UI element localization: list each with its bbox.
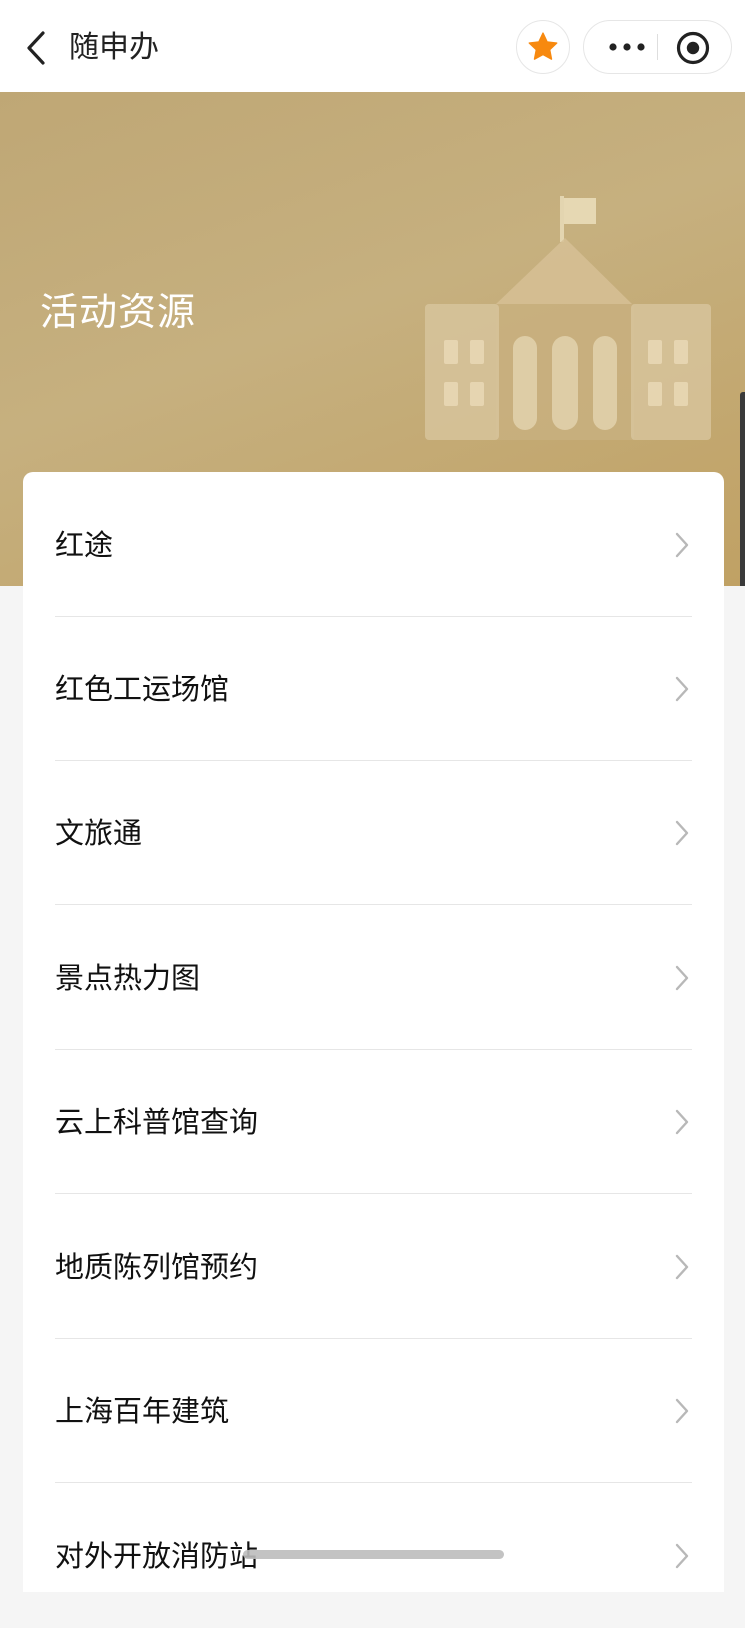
favorite-button[interactable] [516,20,570,74]
list-item-label: 文旅通 [55,815,143,850]
list-item-label: 地质陈列馆预约 [55,1249,259,1284]
list-item[interactable]: 景点热力图 [55,905,692,1050]
chevron-right-icon [675,1254,689,1279]
home-indicator[interactable] [243,1550,504,1559]
list-item-label: 红途 [55,527,114,562]
list-item-label: 云上科普馆查询 [55,1104,259,1139]
close-button[interactable] [674,29,712,67]
resource-list-card: 红途 红色工运场馆 文旅通 景点热力图 云上科普馆查询 地质陈列馆预约 上海百年… [23,472,724,1592]
chevron-right-icon [675,676,689,701]
list-item-label: 红色工运场馆 [55,671,230,706]
list-item[interactable]: 云上科普馆查询 [55,1049,692,1194]
edge-scroll-handle [740,392,745,586]
chevron-right-icon [675,1398,689,1423]
capsule-divider [657,34,658,60]
top-navigation-bar: 随申办 [0,0,745,92]
list-item[interactable]: 文旅通 [55,760,692,905]
list-item[interactable]: 红色工运场馆 [55,616,692,761]
chevron-right-icon [675,1109,689,1134]
record-circle-icon [676,31,710,65]
list-item[interactable]: 地质陈列馆预约 [55,1194,692,1339]
more-button[interactable] [602,21,652,73]
building-icon [425,196,711,440]
chevron-left-icon [27,31,45,65]
list-item-label: 对外开放消防站 [55,1538,259,1573]
list-item[interactable]: 红途 [55,472,692,617]
app-title: 随申办 [69,30,159,65]
list-item[interactable]: 上海百年建筑 [55,1338,692,1483]
mini-program-capsule [583,20,732,74]
star-icon [528,32,558,60]
back-button[interactable] [16,26,56,70]
chevron-right-icon [675,820,689,845]
chevron-right-icon [675,965,689,990]
banner-title: 活动资源 [40,290,197,334]
list-item-label: 景点热力图 [55,960,201,995]
chevron-right-icon [675,1543,689,1568]
more-dots-icon [609,43,645,51]
chevron-right-icon [675,532,689,557]
list-item-label: 上海百年建筑 [55,1393,230,1428]
